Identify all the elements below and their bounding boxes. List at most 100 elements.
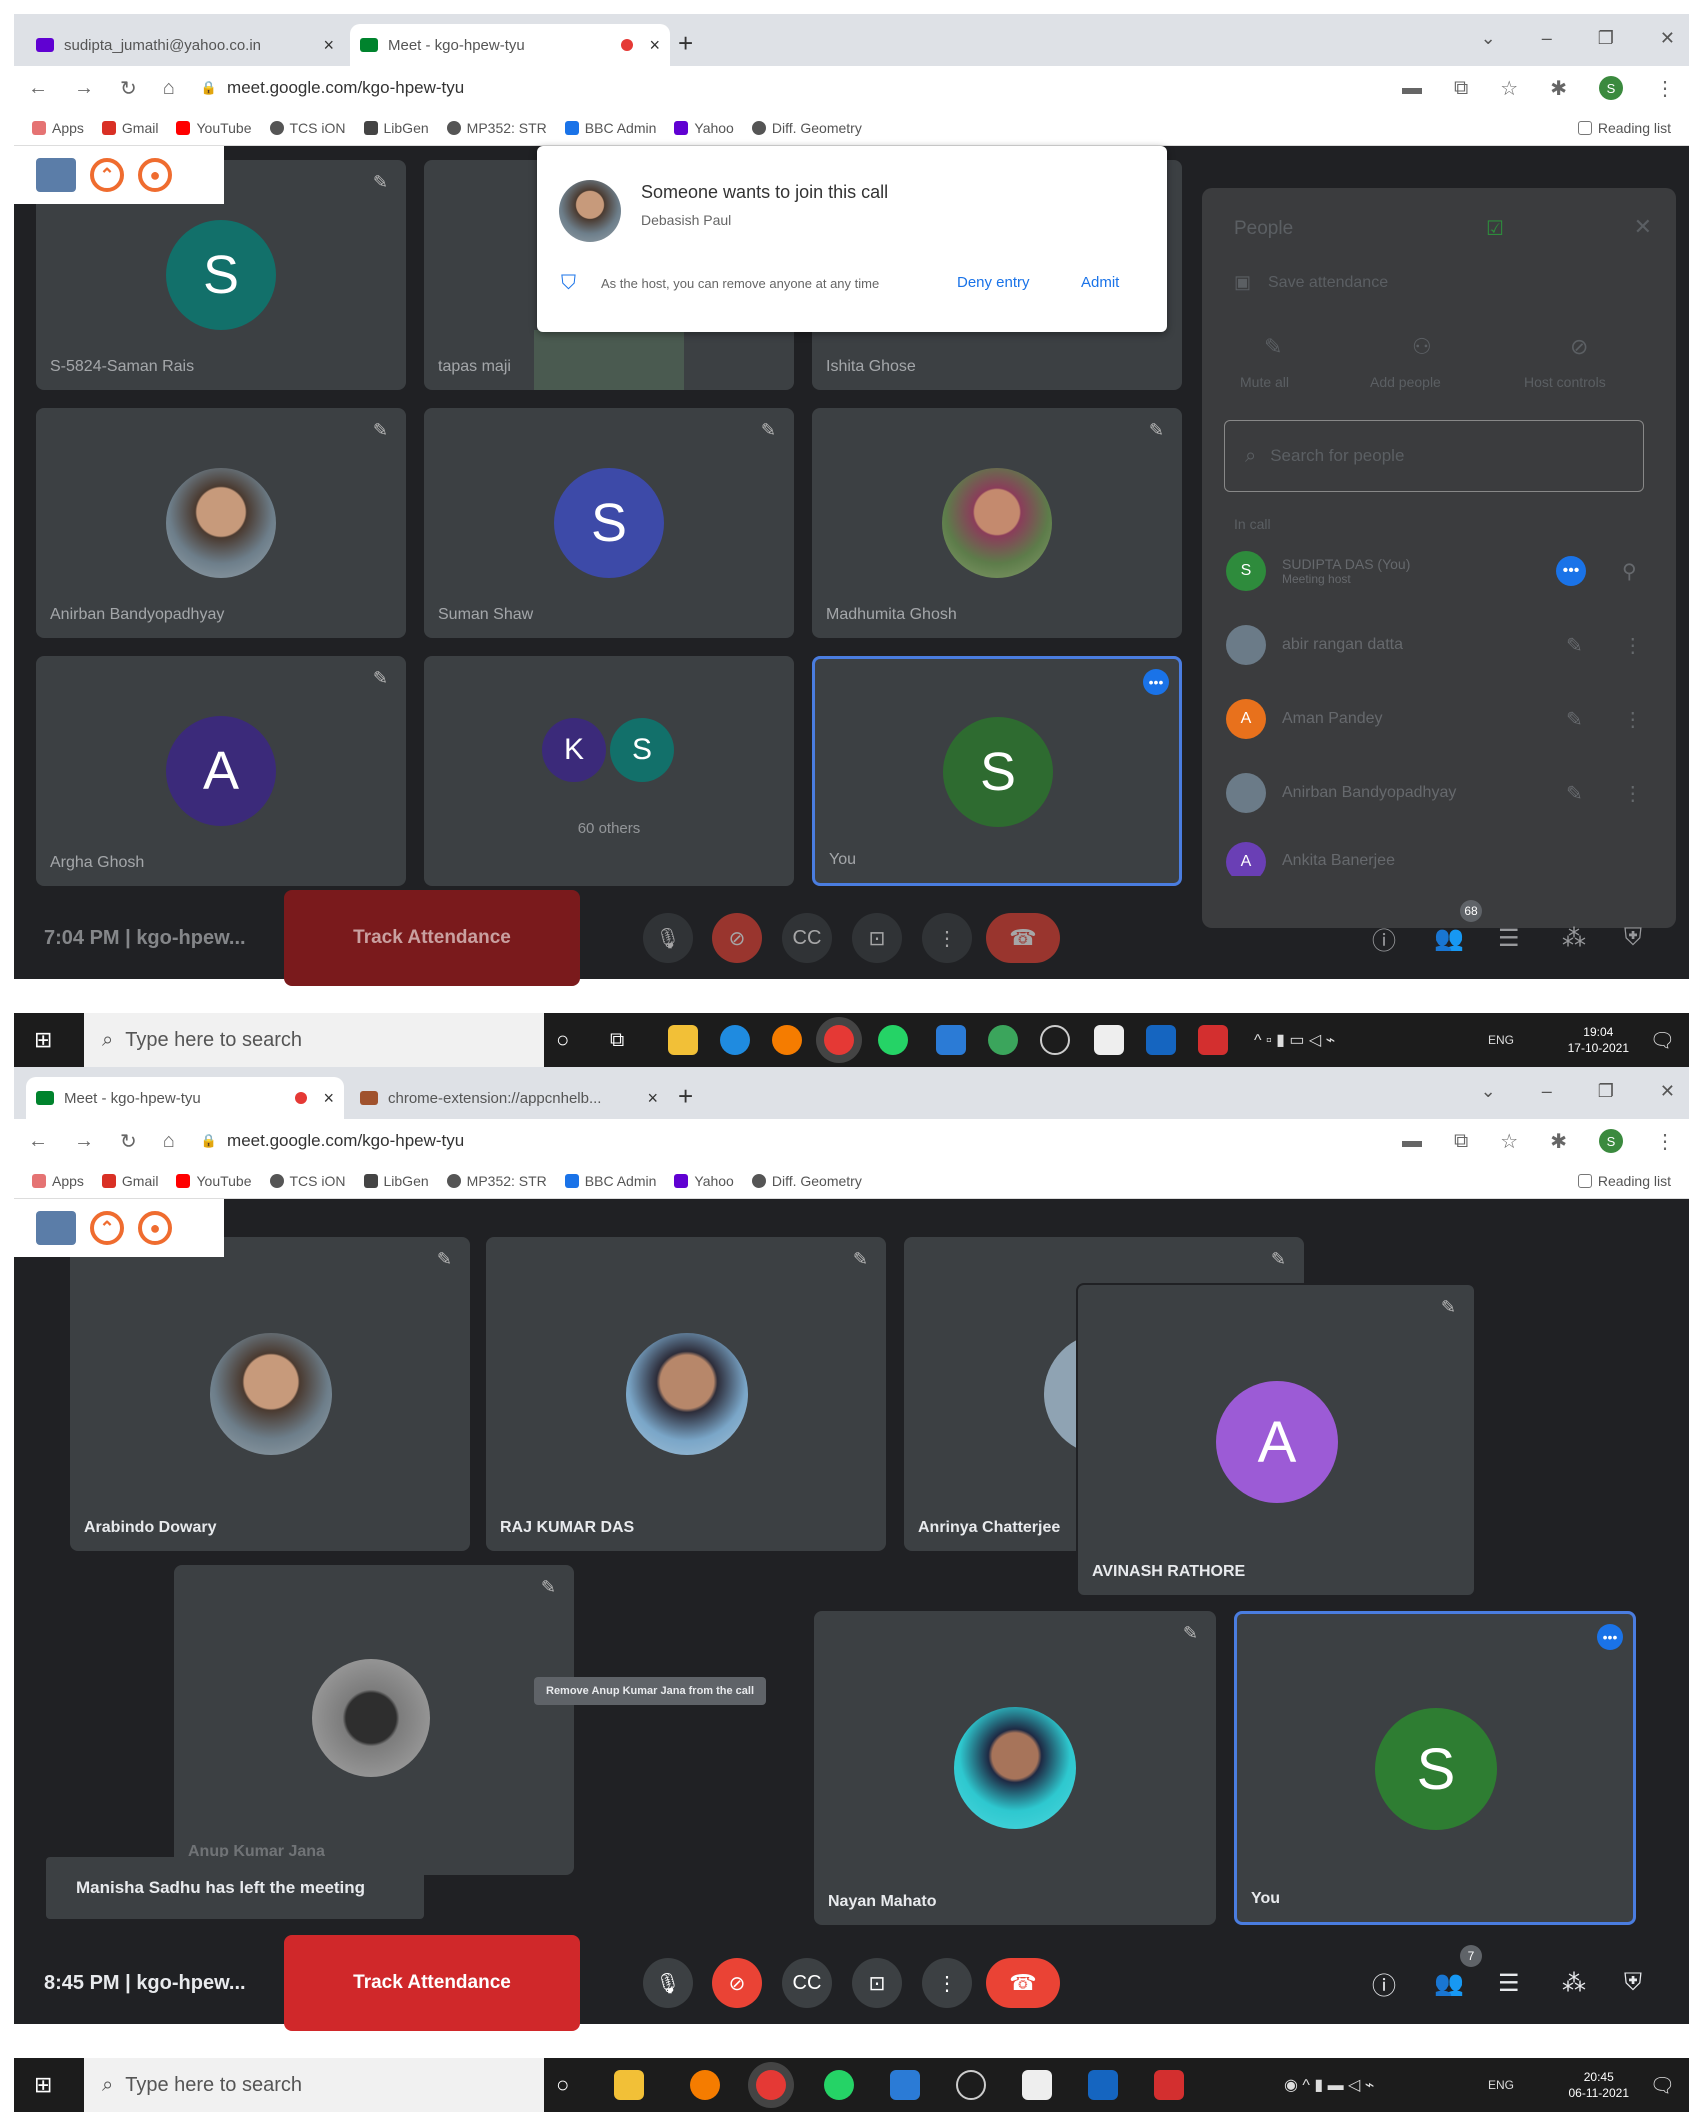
bookmark-youtube[interactable]: YouTube	[176, 1173, 252, 1189]
chat-icon[interactable]: ☰	[1498, 1969, 1520, 1998]
notifications-icon[interactable]: 🗨	[1650, 1028, 1675, 1053]
taskbar-clock[interactable]: 19:04 17-10-2021	[1568, 1024, 1629, 1056]
firefox-icon[interactable]	[772, 1025, 802, 1055]
close-tab-icon[interactable]: ×	[649, 35, 660, 56]
attendance-logo-icon[interactable]	[36, 158, 76, 192]
save-attendance-button[interactable]: Save attendance	[1268, 274, 1388, 292]
info-icon[interactable]: ⓘ	[1372, 1966, 1396, 2001]
bookmark-star-icon[interactable]: ☆	[1500, 1129, 1518, 1154]
more-options-icon[interactable]: •••	[1556, 556, 1586, 586]
forward-icon[interactable]: →	[74, 1130, 94, 1153]
admit-button[interactable]: Admit	[1081, 274, 1119, 291]
extensions-icon[interactable]: ✱	[1550, 76, 1567, 101]
settings-icon[interactable]	[956, 2070, 986, 2100]
camera-off-icon[interactable]: ⊘	[712, 1958, 762, 2008]
whiteboard-icon[interactable]	[1022, 2070, 1052, 2100]
reading-list[interactable]: Reading list	[1577, 1173, 1671, 1189]
people-row[interactable]: S SUDIPTA DAS (You) Meeting host ••• ⚲	[1226, 546, 1656, 596]
system-tray-icons[interactable]: ^ ▫ ▮ ▭ ◁ ⌁	[1254, 1030, 1335, 1050]
camera-icon[interactable]: ▬	[1402, 77, 1422, 100]
language-indicator[interactable]: ENG	[1488, 1033, 1514, 1047]
tab-search-icon[interactable]: ⌄	[1481, 28, 1496, 49]
add-people-button[interactable]: Add people	[1370, 374, 1441, 390]
home-icon[interactable]: ⌂	[163, 77, 175, 100]
close-tab-icon[interactable]: ×	[323, 35, 334, 56]
extension-up-icon[interactable]: ⌃	[90, 1211, 124, 1245]
url-field[interactable]: 🔒 meet.google.com/kgo-hpew-tyu	[201, 78, 464, 98]
bookmark-tcs[interactable]: TCS iON	[269, 1173, 346, 1189]
people-icon[interactable]: 👥	[1434, 924, 1464, 953]
chrome-icon[interactable]	[824, 1025, 854, 1055]
bookmark-tcs[interactable]: TCS iON	[269, 120, 346, 136]
reading-list[interactable]: Reading list	[1577, 120, 1671, 136]
firefox-icon[interactable]	[690, 2070, 720, 2100]
system-tray-icons[interactable]: ◉ ^ ▮ ▬ ◁ ⌁	[1284, 2075, 1374, 2095]
file-explorer-icon[interactable]	[668, 1025, 698, 1055]
participant-tile[interactable]: ✎ Arabindo Dowary	[70, 1237, 470, 1551]
more-icon[interactable]: ⋮	[922, 1958, 972, 2008]
extension-record-icon[interactable]: ●	[138, 158, 172, 192]
search-people-field[interactable]: ⌕ Search for people	[1224, 420, 1644, 492]
close-window-button[interactable]: ✕	[1660, 28, 1675, 49]
file-explorer-icon[interactable]	[614, 2070, 644, 2100]
bookmark-mp352[interactable]: MP352: STR	[446, 1173, 547, 1189]
info-icon[interactable]: ⓘ	[1372, 921, 1396, 956]
mic-off-icon[interactable]: ✎	[1566, 633, 1583, 658]
mail-icon[interactable]	[1146, 1025, 1176, 1055]
tab-yahoo-mail[interactable]: sudipta_jumathi@yahoo.co.in ×	[26, 24, 344, 66]
task-view-icon[interactable]: ⧉	[610, 1029, 624, 1052]
people-row[interactable]: A Ankita Banerjee	[1226, 842, 1656, 876]
cortana-icon[interactable]: ○	[556, 1027, 569, 1053]
captions-icon[interactable]: CC	[782, 913, 832, 963]
more-icon[interactable]: ⋮	[922, 913, 972, 963]
leave-call-icon[interactable]: ☎	[986, 1958, 1060, 2008]
url-field[interactable]: 🔒 meet.google.com/kgo-hpew-tyu	[201, 1131, 464, 1151]
extensions-icon[interactable]: ✱	[1550, 1129, 1567, 1154]
minimize-button[interactable]: –	[1542, 1081, 1552, 1102]
extension-record-icon[interactable]: ●	[138, 1211, 172, 1245]
participant-tile[interactable]: ✎ A Argha Ghosh	[36, 656, 406, 886]
acrobat-icon[interactable]	[1198, 1025, 1228, 1055]
bookmark-mp352[interactable]: MP352: STR	[446, 120, 547, 136]
bookmark-bbc[interactable]: BBC Admin	[564, 1173, 656, 1189]
close-icon[interactable]: ✕	[1634, 214, 1652, 240]
pin-icon[interactable]: ⚲	[1622, 559, 1637, 584]
bookmark-apps[interactable]: Apps	[32, 120, 84, 136]
bookmark-gmail[interactable]: Gmail	[101, 120, 158, 136]
new-tab-button[interactable]: +	[678, 28, 693, 59]
host-lock-icon[interactable]: ⛨	[1624, 1969, 1642, 1997]
bookmark-star-icon[interactable]: ☆	[1500, 76, 1518, 101]
taskbar-clock[interactable]: 20:45 06-11-2021	[1569, 2069, 1630, 2101]
people-row[interactable]: abir rangan datta ✎ ⋮	[1226, 620, 1656, 670]
bookmark-yahoo[interactable]: Yahoo	[674, 1173, 734, 1189]
host-controls-button[interactable]: Host controls	[1524, 374, 1606, 390]
bookmark-apps[interactable]: Apps	[32, 1173, 84, 1189]
others-tile[interactable]: K S 60 others	[424, 656, 794, 886]
reload-icon[interactable]: ↻	[120, 76, 137, 101]
word-icon[interactable]	[890, 2070, 920, 2100]
mute-all-button[interactable]: Mute all	[1240, 374, 1289, 390]
attendance-check-icon[interactable]: ☑	[1486, 216, 1504, 241]
people-row[interactable]: A Aman Pandey ✎ ⋮	[1226, 694, 1656, 744]
settings-icon[interactable]	[1040, 1025, 1070, 1055]
activities-icon[interactable]: ⁂	[1562, 1969, 1586, 1998]
kebab-icon[interactable]: ⋮	[1623, 633, 1643, 658]
forward-icon[interactable]: →	[74, 77, 94, 100]
present-icon[interactable]: ⊡	[852, 1958, 902, 2008]
participant-tile[interactable]: ✎ Anup Kumar Jana	[174, 1565, 574, 1875]
participant-tile[interactable]: ✎ S Suman Shaw	[424, 408, 794, 638]
camera-off-icon[interactable]: ⊘	[712, 913, 762, 963]
tab-search-icon[interactable]: ⌄	[1481, 1081, 1496, 1102]
profile-avatar[interactable]: S	[1599, 1129, 1623, 1153]
tab-meet[interactable]: Meet - kgo-hpew-tyu ×	[350, 24, 670, 66]
reload-icon[interactable]: ↻	[120, 1129, 137, 1154]
close-window-button[interactable]: ✕	[1660, 1081, 1675, 1102]
whatsapp-icon[interactable]	[824, 2070, 854, 2100]
menu-icon[interactable]: ⋮	[1655, 1129, 1675, 1154]
add-person-icon[interactable]: ⚇	[1412, 334, 1432, 360]
tab-meet[interactable]: Meet - kgo-hpew-tyu ×	[26, 1077, 344, 1119]
word-icon[interactable]	[936, 1025, 966, 1055]
bookmark-libgen[interactable]: LibGen	[363, 120, 429, 136]
language-indicator[interactable]: ENG	[1488, 2078, 1514, 2092]
participant-tile[interactable]: ✎ A AVINASH RATHORE	[1076, 1283, 1476, 1597]
